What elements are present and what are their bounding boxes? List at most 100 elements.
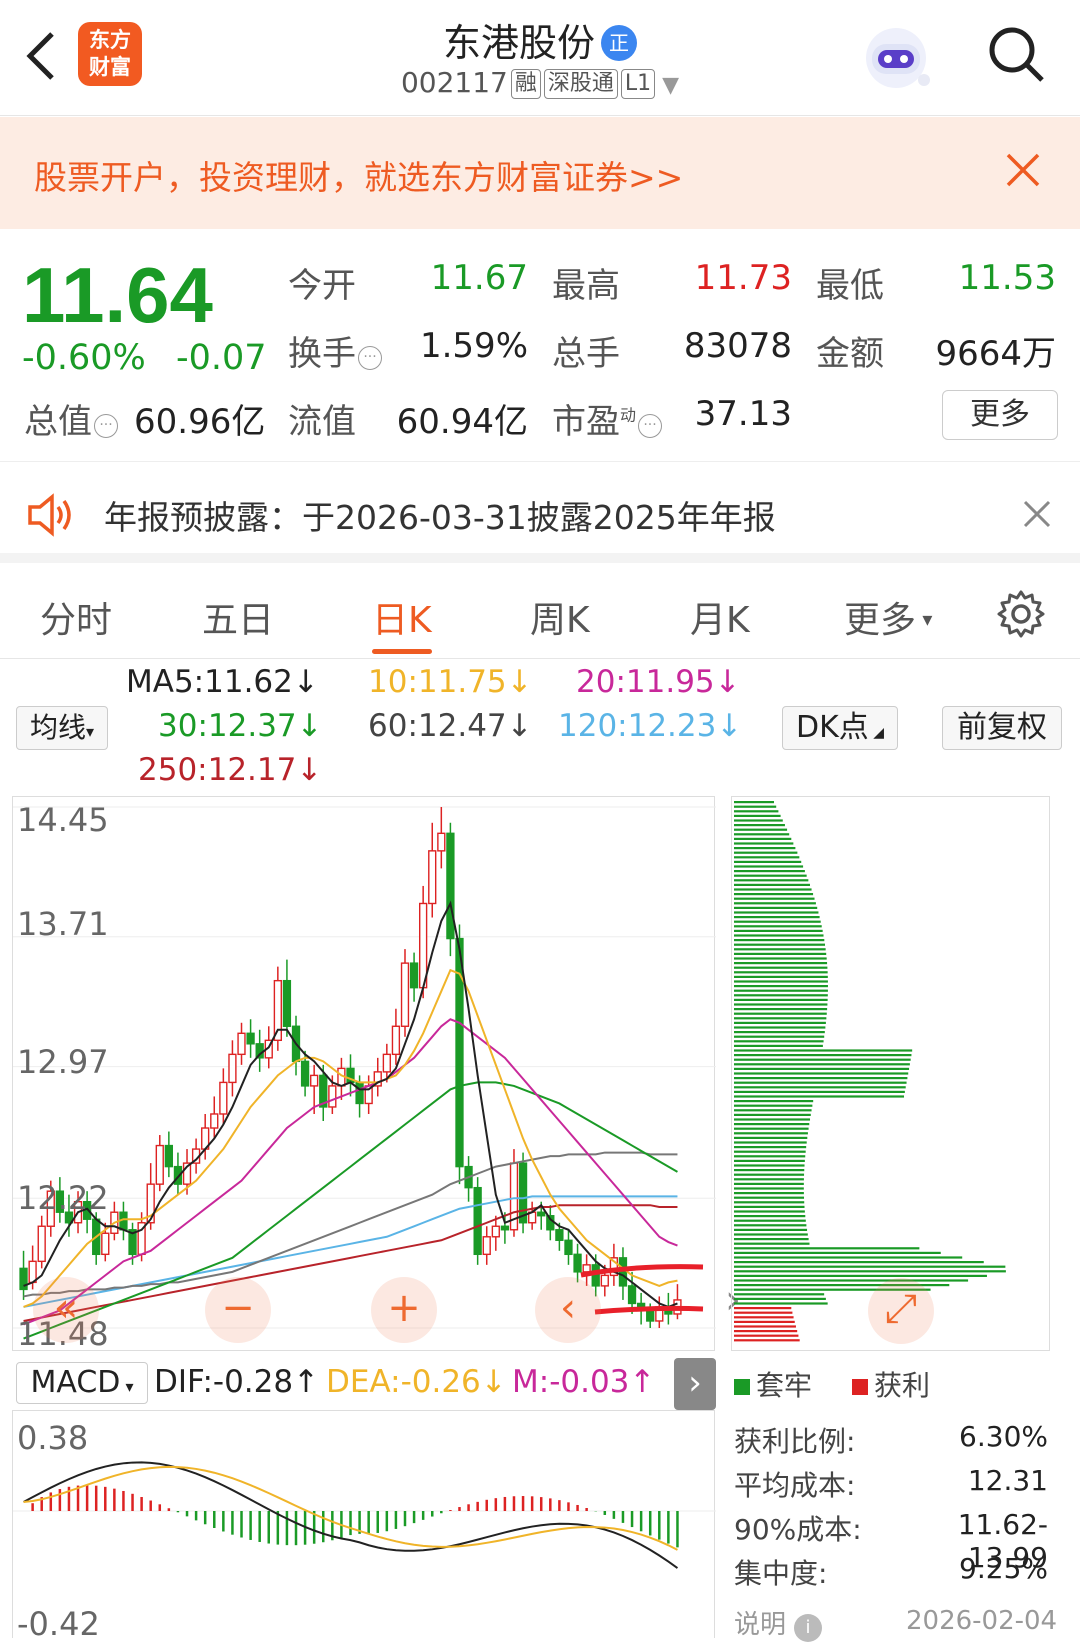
ma-toggle-button[interactable]: 均线▾ [16, 706, 108, 750]
stock-code-row[interactable]: 002117 融深股通 L1 ▼ [300, 66, 780, 99]
close-icon[interactable] [1000, 147, 1046, 193]
settings-gear-icon[interactable] [996, 589, 1046, 639]
ma120-label: 120:12.23↓ [558, 708, 743, 744]
macd-y-tick: -0.42 [17, 1605, 100, 1643]
close-icon[interactable] [1022, 499, 1052, 529]
chip-bar [734, 1109, 812, 1112]
zoom-in-button[interactable]: + [371, 1277, 437, 1343]
chip-bar [734, 851, 798, 854]
candle-body [228, 1053, 237, 1084]
chip-bar [734, 1054, 912, 1057]
chip-bar [734, 1026, 826, 1029]
turnover-label[interactable]: 换手 ··· [288, 326, 382, 375]
amount-value: 9664万 [935, 334, 1056, 374]
chip-bar [734, 1311, 793, 1314]
chip-bar [734, 1146, 807, 1149]
chip-bar [734, 1067, 910, 1070]
tab-intraday[interactable]: 分时 [40, 591, 112, 643]
notice-text[interactable]: 年报预披露：于2026-03-31披露2025年年报 [104, 491, 776, 539]
promo-text[interactable]: 股票开户，投资理财，就选东方财富证券>> [34, 151, 683, 199]
candle-body [573, 1253, 582, 1273]
chip-bar [734, 1215, 806, 1218]
candle-body [500, 1225, 510, 1231]
adjust-button[interactable]: 前复权 [942, 706, 1062, 750]
active-tab-indicator [372, 649, 432, 654]
eastmoney-logo[interactable]: 东方 财富 [78, 22, 142, 86]
expand-icon[interactable]: ⤢ [868, 1278, 934, 1344]
ma5-label: MA5:11.62↓ [126, 664, 319, 700]
chip-bar [734, 1095, 905, 1098]
open-label: 今开 [288, 266, 356, 306]
y-tick-label: 14.45 [17, 801, 109, 839]
tab-five-day[interactable]: 五日 [202, 591, 274, 643]
indicator-select[interactable]: MACD ▾ [16, 1362, 148, 1404]
concentration-value: 9.25% [959, 1552, 1048, 1585]
kline-svg[interactable] [13, 797, 716, 1352]
back-icon[interactable] [22, 26, 62, 86]
more-button[interactable]: 更多 [942, 390, 1058, 440]
chip-bar [734, 1150, 806, 1153]
candle-body [101, 1232, 110, 1256]
dk-point-button[interactable]: DK点 ◢ [782, 706, 898, 750]
chip-bar [734, 874, 807, 877]
kline-chart[interactable]: 14.45 13.71 12.97 12.22 11.48 « − + ‹ › [12, 796, 741, 1353]
tab-daily-k[interactable]: 日K [372, 591, 432, 643]
chip-bar [734, 897, 815, 900]
macd-dea: DEA:-0.26↓ [326, 1364, 507, 1400]
amount-label: 金额 [816, 334, 884, 374]
chip-bar [734, 1330, 798, 1333]
candle-body [482, 1236, 491, 1256]
chip-distribution[interactable] [731, 796, 1050, 1351]
chip-bar [734, 916, 820, 919]
chip-bar [734, 925, 822, 928]
candle-body [382, 1053, 391, 1073]
candle-body [646, 1309, 655, 1322]
tab-weekly-k[interactable]: 周K [530, 591, 590, 643]
chip-bar [734, 1334, 799, 1337]
chip-bar [734, 819, 783, 822]
chip-bar [734, 1123, 810, 1126]
chip-bar [734, 1136, 808, 1139]
tab-monthly-k[interactable]: 月K [690, 591, 750, 643]
chip-bar [734, 943, 826, 946]
zoom-out-button[interactable]: − [205, 1277, 271, 1343]
promo-banner[interactable]: 股票开户，投资理财，就选东方财富证券>> [0, 117, 1080, 229]
candle-body [164, 1144, 174, 1168]
avg-cost-value: 12.31 [967, 1464, 1048, 1497]
chip-bar [734, 1233, 808, 1236]
pe-label[interactable]: 市盈动··· [552, 394, 663, 443]
chip-bar [734, 971, 828, 974]
candle-body [246, 1032, 255, 1045]
mktcap-label[interactable]: 总值 ··· [24, 394, 118, 443]
candle-body [591, 1264, 600, 1287]
macd-chart[interactable]: 0.38 -0.42 [12, 1410, 716, 1643]
expand-panel-button[interactable]: › [674, 1358, 716, 1410]
chip-bar [734, 1159, 805, 1162]
candle-body [210, 1113, 219, 1129]
robot-assistant-icon[interactable] [858, 18, 934, 94]
float-value: 60.94亿 [396, 402, 528, 442]
chip-bar [734, 980, 828, 983]
chip-bar [734, 1192, 804, 1195]
note-link[interactable]: 说明 i [734, 1604, 823, 1642]
candle-body [491, 1225, 500, 1238]
chip-bar [734, 939, 825, 942]
candle-body [473, 1186, 482, 1256]
chip-bar [734, 1178, 804, 1181]
scroll-left-fast-button[interactable]: « [33, 1277, 99, 1343]
tab-more[interactable]: 更多 ▾ [844, 591, 932, 643]
chip-bar [734, 1072, 909, 1075]
last-price: 11.64 [22, 251, 213, 339]
chip-bar [734, 1035, 825, 1038]
scroll-left-button[interactable]: ‹ [535, 1277, 601, 1343]
chip-bar [734, 1063, 910, 1066]
search-icon[interactable] [984, 22, 1048, 86]
candle-body [37, 1225, 46, 1263]
period-tabs: 分时 五日 日K 周K 月K 更多 ▾ [0, 573, 1080, 659]
chip-bar [734, 952, 827, 955]
candle-body [28, 1260, 37, 1284]
notice-bar[interactable]: 年报预披露：于2026-03-31披露2025年年报 [0, 463, 1080, 563]
chip-bar [734, 1141, 807, 1144]
chip-bar [734, 1297, 826, 1300]
chip-bar [734, 1012, 827, 1015]
